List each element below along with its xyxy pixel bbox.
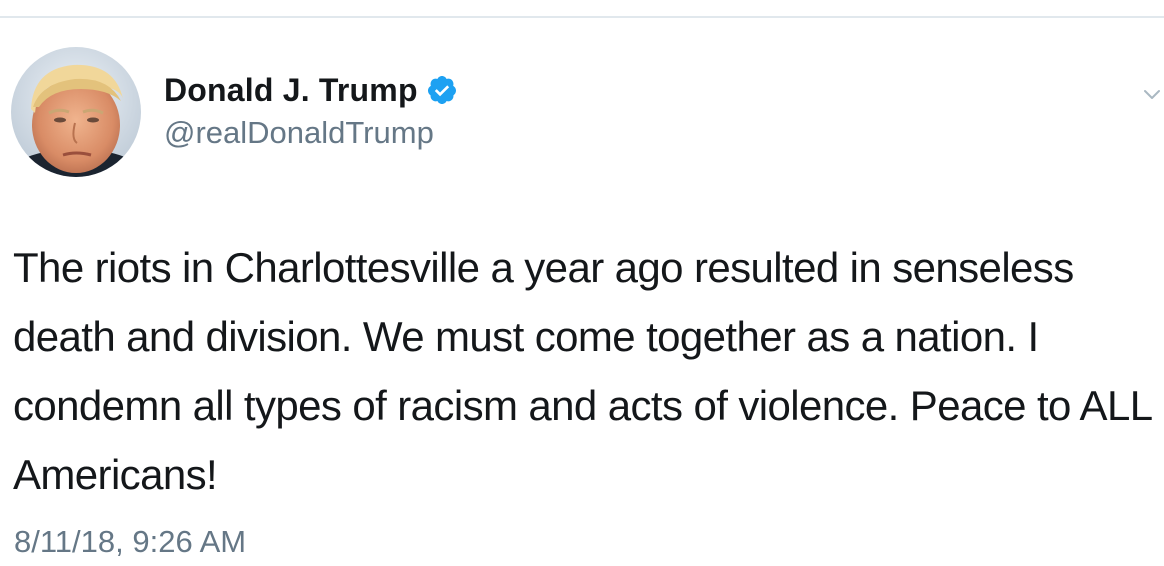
avatar[interactable]: [11, 47, 141, 177]
author-name-row[interactable]: Donald J. Trump: [164, 70, 458, 110]
tweet-card: Donald J. Trump @realDonaldTrump The rio…: [0, 0, 1164, 566]
tweet-timestamp[interactable]: 8/11/18, 9:26 AM: [14, 523, 246, 561]
verified-badge-icon: [426, 74, 458, 106]
top-divider: [0, 16, 1164, 18]
profile-photo-icon: [11, 47, 141, 177]
display-name[interactable]: Donald J. Trump: [164, 70, 418, 110]
author-handle[interactable]: @realDonaldTrump: [164, 114, 434, 152]
tweet-text: The riots in Charlottesville a year ago …: [13, 244, 1152, 498]
chevron-down-icon[interactable]: [1144, 88, 1160, 100]
